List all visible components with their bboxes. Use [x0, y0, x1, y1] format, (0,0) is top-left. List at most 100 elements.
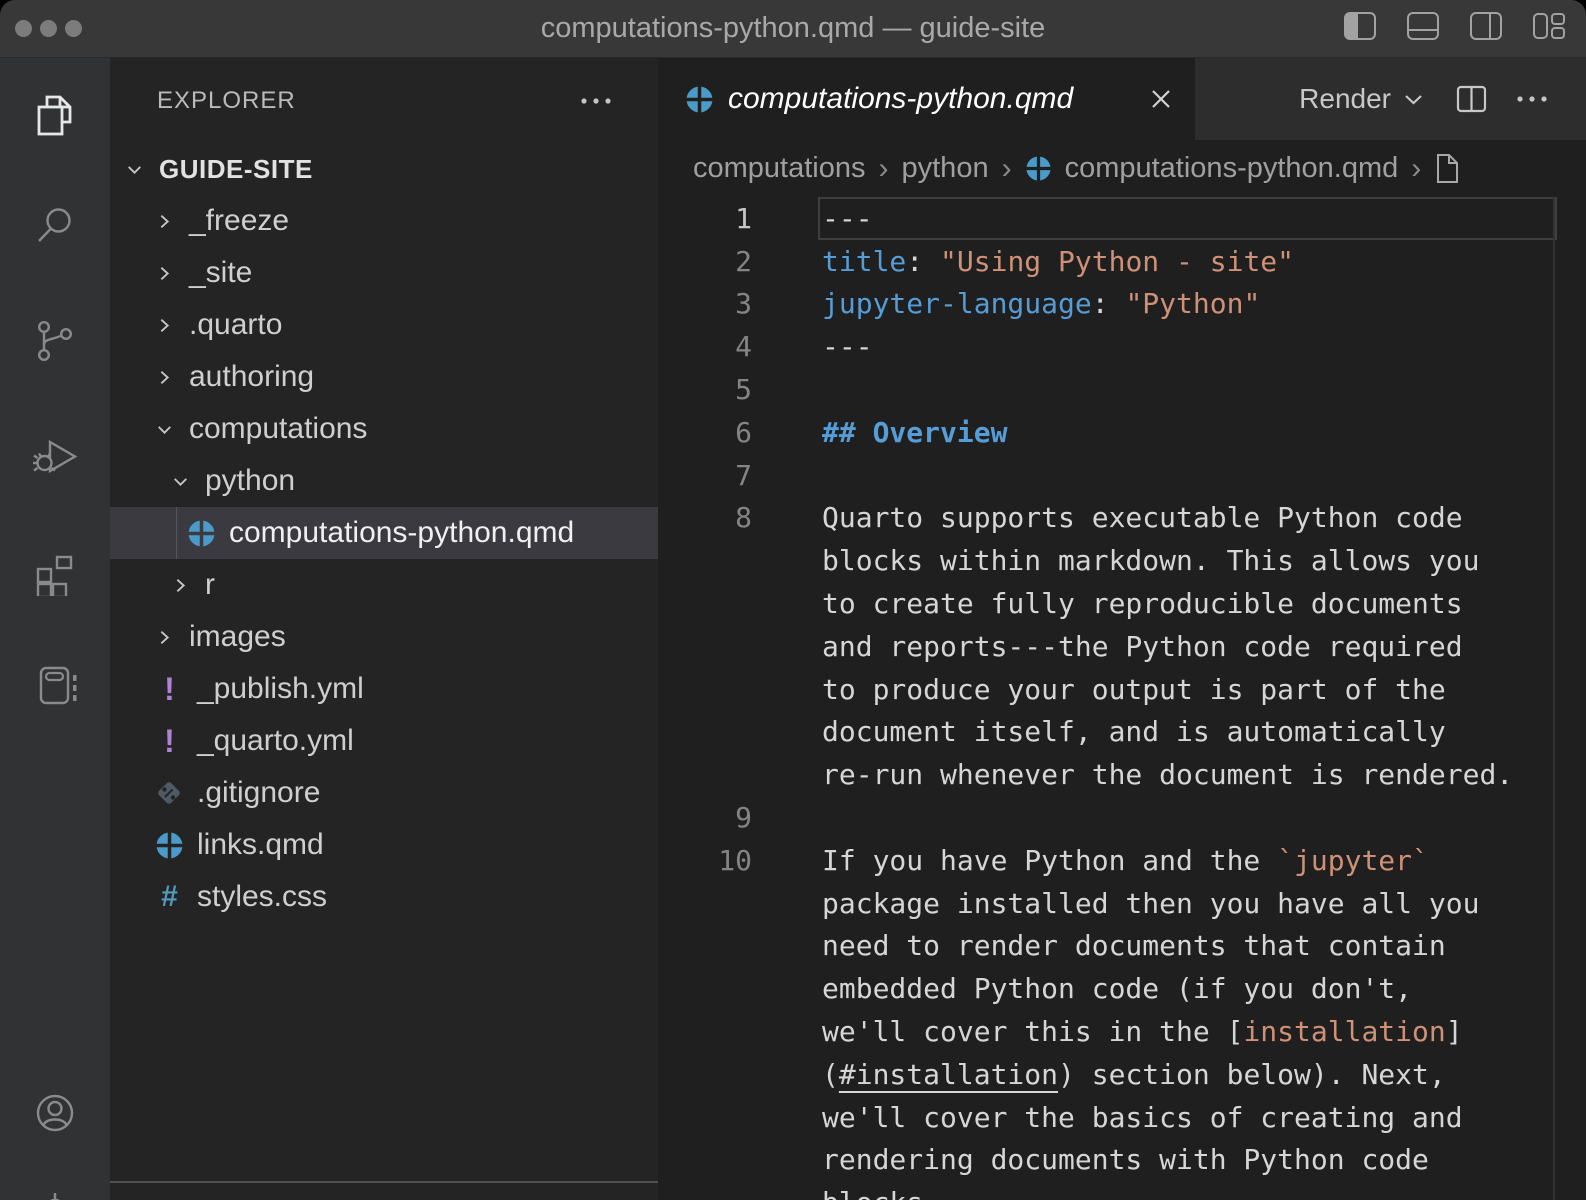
code-text: title: "Using Python - site" [822, 245, 1294, 278]
tree-item--site[interactable]: _site [110, 247, 658, 299]
tree-item-guide-site[interactable]: GUIDE-SITE [110, 143, 658, 195]
tree-item-links-qmd[interactable]: links.qmd [110, 819, 658, 871]
code-line-wrap: and reports---the Python code required [658, 625, 1586, 668]
chevron-right-icon [155, 316, 189, 335]
account-icon[interactable] [32, 1090, 78, 1136]
code-text: to produce your output is part of the [822, 673, 1446, 706]
tree-item--publish-yml[interactable]: !_publish.yml [110, 663, 658, 715]
tree-item--quarto[interactable]: .quarto [110, 299, 658, 351]
layout-controls [1343, 0, 1566, 57]
line-number: 7 [658, 459, 752, 492]
code-line-10: 10 If you have Python and the `jupyter` [658, 839, 1586, 882]
titlebar: computations-python.qmd — guide-site [0, 0, 1586, 58]
code-line-wrap: blocks within markdown. This allows you [658, 539, 1586, 582]
chevron-down-icon[interactable] [1403, 93, 1424, 106]
tree-item-computations-python-qmd[interactable]: computations-python.qmd [110, 507, 658, 559]
tree-item--gitignore[interactable]: .gitignore [110, 767, 658, 819]
notebook-icon[interactable] [32, 663, 78, 709]
tree-item-images[interactable]: images [110, 611, 658, 663]
maximize-window-button[interactable] [65, 20, 82, 37]
code-area: 1---2title: "Using Python - site"3jupyte… [658, 197, 1586, 1200]
explorer-header: EXPLORER [110, 58, 658, 143]
search-icon[interactable] [32, 203, 78, 249]
code-text: Quarto supports executable Python code [822, 501, 1463, 534]
code-line-3: 3jupyter-language: "Python" [658, 283, 1586, 326]
extensions-icon[interactable] [32, 550, 78, 596]
quarto-file-icon [155, 831, 197, 860]
tree-item-r[interactable]: r [110, 559, 658, 611]
tree-item-label: .gitignore [197, 776, 320, 810]
explorer-icon[interactable] [32, 93, 78, 139]
code-line-8: 8Quarto supports executable Python code [658, 497, 1586, 540]
chevron-right-icon [155, 264, 189, 283]
code-text: document itself, and is automatically [822, 715, 1446, 748]
code-text: --- [822, 330, 873, 363]
toggle-sidebar-icon[interactable] [1343, 11, 1377, 46]
close-window-button[interactable] [15, 20, 32, 37]
code-text: to create fully reproducible documents [822, 587, 1463, 620]
tab-bar: computations-python.qmd Render [658, 58, 1586, 140]
minimize-window-button[interactable] [40, 20, 57, 37]
tree-item--quarto-yml[interactable]: !_quarto.yml [110, 715, 658, 767]
line-number: 5 [658, 373, 752, 406]
toggle-panel-icon[interactable] [1406, 11, 1440, 46]
line-number: 6 [658, 416, 752, 449]
chevron-down-icon [155, 420, 189, 439]
code-line-wrap: rendering documents with Python code [658, 1139, 1586, 1182]
render-button[interactable]: Render [1299, 83, 1391, 115]
tab-computations-python[interactable]: computations-python.qmd [658, 58, 1195, 140]
close-tab-icon[interactable] [1149, 87, 1173, 111]
chevron-right-icon [155, 212, 189, 231]
breadcrumb-item-computations[interactable]: computations [693, 152, 866, 185]
document-icon [1434, 153, 1461, 184]
outline-section[interactable]: OUTLINE [110, 1181, 658, 1200]
tree-item-python[interactable]: python [110, 455, 658, 507]
breadcrumb: computations › python › computations-pyt… [658, 140, 1586, 197]
chevron-down-icon [171, 472, 205, 491]
code-text: rendering documents with Python code [822, 1143, 1429, 1176]
code-text: and reports---the Python code required [822, 630, 1463, 663]
run-and-debug-icon[interactable] [32, 433, 78, 479]
quarto-file-icon [187, 519, 229, 548]
customize-layout-icon[interactable] [1532, 11, 1566, 46]
line-number: 10 [658, 844, 752, 877]
tree-item-label: _site [189, 256, 252, 290]
code-text: (#installation) section below). Next, [822, 1058, 1446, 1091]
breadcrumb-separator: › [1411, 152, 1421, 186]
code-text: package installed then you have all you [822, 887, 1479, 920]
source-control-icon[interactable] [32, 318, 78, 364]
tree-item-authoring[interactable]: authoring [110, 351, 658, 403]
css-file-icon: # [155, 880, 197, 914]
code-line-2: 2title: "Using Python - site" [658, 240, 1586, 283]
split-editor-icon[interactable] [1456, 85, 1487, 113]
quarto-file-icon [685, 85, 714, 114]
tree-item-label: GUIDE-SITE [159, 154, 313, 185]
tree-item--freeze[interactable]: _freeze [110, 195, 658, 247]
breadcrumb-item-file[interactable]: computations-python.qmd [1065, 152, 1399, 185]
code-line-wrap: blocks. [658, 1181, 1586, 1200]
toggle-secondary-sidebar-icon[interactable] [1469, 11, 1503, 46]
tree-item-label: .quarto [189, 308, 282, 342]
code-text: blocks. [822, 1186, 940, 1200]
tree-item-label: links.qmd [197, 828, 324, 862]
tree-item-label: _quarto.yml [197, 724, 354, 758]
code-text: If you have Python and the `jupyter` [822, 844, 1429, 877]
tree-item-label: computations [189, 412, 367, 446]
window-title: computations-python.qmd — guide-site [541, 12, 1046, 45]
vscode-window: computations-python.qmd — guide-site [0, 0, 1586, 1200]
tree-item-label: _freeze [189, 204, 289, 238]
tree-item-label: images [189, 620, 286, 654]
code-text: jupyter-language: "Python" [822, 287, 1260, 320]
tree-item-styles-css[interactable]: #styles.css [110, 871, 658, 923]
code-text: blocks within markdown. This allows you [822, 544, 1479, 577]
line-number: 9 [658, 801, 752, 834]
explorer-more-actions-icon[interactable] [579, 92, 613, 110]
settings-gear-icon[interactable] [32, 1188, 78, 1200]
code-line-wrap: need to render documents that contain [658, 925, 1586, 968]
tree-item-computations[interactable]: computations [110, 403, 658, 455]
more-actions-icon[interactable] [1515, 90, 1549, 108]
git-file-icon [155, 779, 197, 807]
code-line-wrap: we'll cover this in the [installation] [658, 1010, 1586, 1053]
breadcrumb-item-python[interactable]: python [902, 152, 989, 185]
code-line-wrap: package installed then you have all you [658, 882, 1586, 925]
